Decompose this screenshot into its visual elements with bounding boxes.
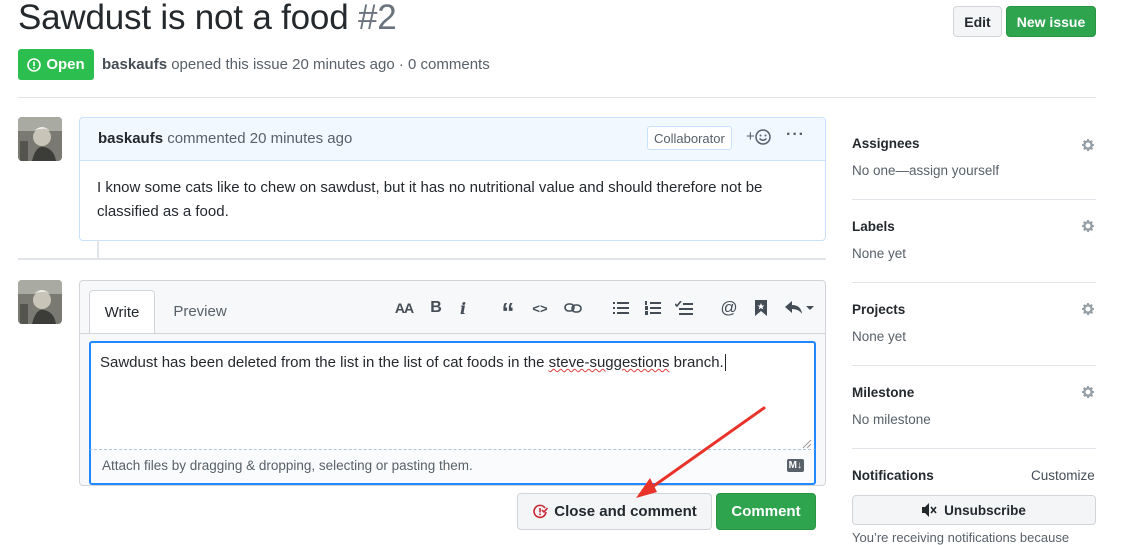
gear-icon[interactable]: [1080, 301, 1096, 317]
sidebar-notifications-label: Notifications: [852, 468, 934, 483]
gear-icon[interactable]: [1080, 137, 1096, 153]
italic-icon[interactable]: i: [452, 297, 474, 319]
sidebar-assignees-value[interactable]: No one—assign yourself: [852, 163, 999, 178]
status-text: Open: [46, 56, 85, 73]
tab-write[interactable]: Write: [89, 290, 155, 334]
comment-author-link[interactable]: baskaufs: [98, 130, 163, 147]
issue-title-text: Sawdust is not a food: [18, 0, 349, 37]
comment-text-before: Sawdust has been deleted from the list i…: [100, 354, 549, 371]
timeline-divider: [18, 258, 826, 260]
code-icon[interactable]: <>: [529, 297, 551, 319]
issue-closed-icon: [533, 504, 549, 518]
comment-text-misspelled: steve-suggestions: [548, 354, 670, 371]
tab-divider: [80, 333, 825, 334]
smiley-icon: [755, 128, 771, 145]
comment-textarea[interactable]: Sawdust has been deleted from the list i…: [89, 341, 816, 451]
new-issue-button[interactable]: New issue: [1006, 6, 1096, 37]
add-reaction-button[interactable]: +: [746, 128, 771, 145]
header-divider: [18, 97, 1096, 98]
tab-preview[interactable]: Preview: [160, 290, 240, 332]
quote-icon[interactable]: “: [497, 297, 519, 327]
comment-time[interactable]: commented 20 minutes ago: [167, 130, 352, 147]
sidebar-divider: [852, 365, 1096, 366]
text-cursor: [724, 354, 726, 371]
resize-handle-icon[interactable]: [802, 439, 812, 449]
heading-icon[interactable]: AA: [393, 297, 415, 319]
ordered-list-icon[interactable]: [642, 297, 664, 319]
comment-box: baskaufs commented 20 minutes ago Collab…: [79, 117, 826, 241]
sidebar-labels-value: None yet: [852, 246, 907, 261]
close-and-comment-button[interactable]: Close and comment: [517, 493, 712, 530]
close-and-comment-label: Close and comment: [554, 503, 697, 520]
edit-button[interactable]: Edit: [953, 6, 1002, 37]
customize-link[interactable]: Customize: [1031, 468, 1095, 483]
gear-icon[interactable]: [1080, 218, 1096, 234]
saved-reply-icon[interactable]: [750, 297, 772, 319]
sidebar-projects-value: None yet: [852, 329, 907, 344]
comment-button[interactable]: Comment: [716, 493, 816, 530]
issue-title: Sawdust is not a food #2: [18, 0, 397, 38]
unordered-list-icon[interactable]: [610, 297, 632, 319]
comment-author-line: baskaufs commented 20 minutes ago: [98, 130, 352, 147]
bold-icon[interactable]: B: [425, 297, 447, 319]
status-badge: Open: [18, 49, 94, 80]
mute-icon: [922, 503, 937, 517]
comment-header: baskaufs commented 20 minutes ago Collab…: [80, 118, 825, 161]
attach-hint-text: Attach files by dragging & dropping, sel…: [102, 458, 473, 473]
comment-body: I know some cats like to chew on sawdust…: [97, 179, 763, 220]
sidebar-labels-label[interactable]: Labels: [852, 219, 895, 234]
sidebar-milestone-value: No milestone: [852, 412, 931, 427]
sidebar-projects-label[interactable]: Projects: [852, 302, 905, 317]
sidebar-milestone-label[interactable]: Milestone: [852, 385, 914, 400]
sidebar-divider: [852, 199, 1096, 200]
comment-text-after: branch.: [669, 354, 724, 371]
avatar[interactable]: [18, 280, 62, 324]
avatar[interactable]: [18, 117, 62, 161]
issue-meta: baskaufs opened this issue 20 minutes ag…: [102, 56, 490, 73]
issue-author-link[interactable]: baskaufs: [102, 56, 167, 73]
comment-editor: Write Preview AA B i “ <> @ Sawdust has …: [79, 280, 826, 486]
sidebar-divider: [852, 282, 1096, 283]
issue-opened-icon: [27, 57, 42, 72]
more-options-icon[interactable]: ···: [786, 126, 805, 144]
task-list-icon[interactable]: [673, 297, 695, 319]
issue-number: #2: [358, 0, 397, 37]
issue-meta-text: opened this issue 20 minutes ago · 0 com…: [171, 56, 490, 73]
gear-icon[interactable]: [1080, 384, 1096, 400]
collaborator-badge: Collaborator: [647, 126, 732, 150]
attach-files-area[interactable]: Attach files by dragging & dropping, sel…: [89, 449, 816, 485]
plus-icon: +: [746, 128, 755, 145]
unsubscribe-button[interactable]: Unsubscribe: [852, 495, 1096, 525]
mention-icon[interactable]: @: [718, 297, 740, 319]
link-icon[interactable]: [562, 297, 584, 319]
markdown-icon[interactable]: M↓: [786, 459, 804, 472]
notifications-reason-text: You’re receiving notifications because: [852, 530, 1070, 545]
reply-dropdown-icon[interactable]: [781, 297, 817, 319]
sidebar-divider: [852, 448, 1096, 449]
timeline-connector: [97, 240, 99, 258]
sidebar-assignees-label[interactable]: Assignees: [852, 136, 920, 151]
unsubscribe-label: Unsubscribe: [944, 502, 1026, 518]
